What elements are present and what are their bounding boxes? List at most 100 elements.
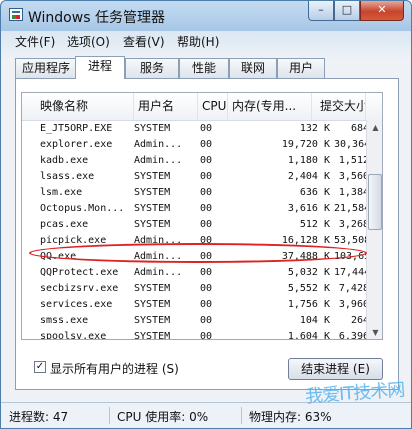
tab-services[interactable]: 服务 xyxy=(125,58,179,78)
cell-user-name: SYSTEM xyxy=(134,171,171,182)
scroll-down-arrow-icon[interactable]: ▼ xyxy=(367,325,382,339)
column-user-name[interactable]: 用户名 xyxy=(134,93,198,120)
task-manager-app-icon xyxy=(9,8,23,21)
window-title: Windows 任务管理器 xyxy=(28,10,165,26)
table-row[interactable]: pcas.exe SYSTEM 00 512 K 3,268 xyxy=(22,217,382,233)
status-process-count: 进程数: 47 xyxy=(9,410,69,424)
cell-user-name: SYSTEM xyxy=(134,331,171,340)
menu-options[interactable]: 选项(O) xyxy=(67,33,110,50)
cell-cpu: 00 xyxy=(200,283,213,294)
table-row[interactable]: Octopus.Mon... SYSTEM 00 3,616 K 21,584 xyxy=(22,201,382,217)
status-separator xyxy=(241,407,242,424)
cell-memory: 1,180 K xyxy=(287,155,330,166)
cell-memory: 104 K xyxy=(299,315,330,326)
task-manager-window: Windows 任务管理器 – □ ✕ 文件(F) 选项(O) 查看(V) 帮助… xyxy=(0,0,412,429)
cell-memory: 5,552 K xyxy=(287,283,330,294)
table-row[interactable]: kadb.exe Admin... 00 1,180 K 1,512 xyxy=(22,153,382,169)
cell-cpu: 00 xyxy=(200,123,213,134)
menu-bar: 文件(F) 选项(O) 查看(V) 帮助(H) xyxy=(1,30,411,51)
cell-cpu: 00 xyxy=(200,155,213,166)
cell-memory: 1,604 K xyxy=(287,331,330,340)
cell-user-name: Admin... xyxy=(134,155,183,166)
table-row[interactable]: secbizsrv.exe SYSTEM 00 5,552 K 7,428 xyxy=(22,281,382,297)
cell-commit-size: 1,512 xyxy=(338,155,369,166)
cell-commit-size: 264 xyxy=(350,315,369,326)
table-row[interactable]: spoolsv.exe SYSTEM 00 1,604 K 6,396 xyxy=(22,329,382,340)
status-cpu-usage: CPU 使用率: 0% xyxy=(117,410,209,424)
close-button[interactable]: ✕ xyxy=(360,1,404,21)
cell-user-name: SYSTEM xyxy=(134,187,171,198)
cell-commit-size: 7,428 xyxy=(338,283,369,294)
cell-user-name: SYSTEM xyxy=(134,283,171,294)
tab-strip: 应用程序 进程 服务 性能 联网 用户 xyxy=(1,56,411,79)
menu-help[interactable]: 帮助(H) xyxy=(177,33,219,50)
cell-cpu: 00 xyxy=(200,139,213,150)
cell-memory: 2,404 K xyxy=(287,171,330,182)
show-all-users-checkbox[interactable]: ✓ xyxy=(34,361,46,373)
status-physical-memory: 物理内存: 63% xyxy=(249,410,332,424)
table-row[interactable]: lsass.exe SYSTEM 00 2,404 K 3,560 xyxy=(22,169,382,185)
cell-cpu: 00 xyxy=(200,187,213,198)
cell-cpu: 00 xyxy=(200,331,213,340)
qq-row-highlight-circle xyxy=(29,243,367,263)
tab-users[interactable]: 用户 xyxy=(277,58,325,78)
cell-commit-size: 6,396 xyxy=(338,331,369,340)
status-separator xyxy=(109,407,110,424)
cell-user-name: SYSTEM xyxy=(134,123,171,134)
tab-performance[interactable]: 性能 xyxy=(179,58,229,78)
cell-user-name: Admin... xyxy=(134,267,183,278)
tab-applications[interactable]: 应用程序 xyxy=(15,58,77,78)
cell-memory: 132 K xyxy=(299,123,330,134)
cell-cpu: 00 xyxy=(200,299,213,310)
menu-view[interactable]: 查看(V) xyxy=(123,33,165,50)
end-process-button[interactable]: 结束进程 (E) xyxy=(288,358,383,380)
cell-memory: 3,616 K xyxy=(287,203,330,214)
table-row[interactable]: lsm.exe SYSTEM 00 636 K 1,384 xyxy=(22,185,382,201)
cell-cpu: 00 xyxy=(200,219,213,230)
scroll-thumb[interactable] xyxy=(368,174,382,230)
tab-networking[interactable]: 联网 xyxy=(229,58,277,78)
table-row[interactable]: services.exe SYSTEM 00 1,756 K 3,960 xyxy=(22,297,382,313)
cell-cpu: 00 xyxy=(200,203,213,214)
maximize-button[interactable]: □ xyxy=(334,1,360,21)
tab-processes[interactable]: 进程 xyxy=(75,56,125,79)
cell-cpu: 00 xyxy=(200,171,213,182)
table-row[interactable]: QQProtect.exe Admin... 00 5,032 K 17,444 xyxy=(22,265,382,281)
scroll-up-arrow-icon[interactable]: ▲ xyxy=(367,120,382,135)
cell-memory: 1,756 K xyxy=(287,299,330,310)
column-commit-size[interactable]: 提交大小 xyxy=(312,93,366,120)
cell-user-name: Admin... xyxy=(134,139,183,150)
process-list[interactable]: 映像名称 用户名 CPU 内存(专用... 提交大小 E_JT5ORP.EXE S… xyxy=(21,92,383,340)
table-row[interactable]: explorer.exe Admin... 00 19,720 K 30,364 xyxy=(22,137,382,153)
list-header: 映像名称 用户名 CPU 内存(专用... 提交大小 xyxy=(22,93,382,121)
column-cpu[interactable]: CPU xyxy=(198,93,228,120)
cell-memory: 512 K xyxy=(299,219,330,230)
cell-cpu: 00 xyxy=(200,315,213,326)
cell-memory: 5,032 K xyxy=(287,267,330,278)
cell-user-name: SYSTEM xyxy=(134,219,171,230)
show-all-users-label[interactable]: 显示所有用户的进程 (S) xyxy=(50,360,179,377)
table-row[interactable]: smss.exe SYSTEM 00 104 K 264 xyxy=(22,313,382,329)
status-bar: 进程数: 47 CPU 使用率: 0% 物理内存: 63% xyxy=(1,402,411,428)
menu-file[interactable]: 文件(F) xyxy=(15,33,55,50)
minimize-button[interactable]: – xyxy=(308,1,334,21)
column-image-name[interactable]: 映像名称 xyxy=(22,93,134,120)
cell-memory: 19,720 K xyxy=(281,139,330,150)
cell-commit-size: 684 xyxy=(350,123,369,134)
cell-memory: 636 K xyxy=(299,187,330,198)
cell-commit-size: 21,584 xyxy=(334,203,369,214)
cell-cpu: 00 xyxy=(200,267,213,278)
table-row[interactable]: E_JT5ORP.EXE SYSTEM 00 132 K 684 xyxy=(22,121,382,137)
cell-commit-size: 17,444 xyxy=(334,267,369,278)
cell-commit-size: 30,364 xyxy=(334,139,369,150)
title-bar: Windows 任务管理器 – □ ✕ xyxy=(1,1,411,29)
cell-commit-size: 3,960 xyxy=(338,299,369,310)
cell-commit-size: 1,384 xyxy=(338,187,369,198)
vertical-scrollbar[interactable]: ▲ ▼ xyxy=(366,120,382,339)
cell-user-name: SYSTEM xyxy=(134,203,171,214)
column-memory[interactable]: 内存(专用... xyxy=(228,93,312,120)
cell-user-name: SYSTEM xyxy=(134,315,171,326)
cell-commit-size: 3,560 xyxy=(338,171,369,182)
cell-user-name: SYSTEM xyxy=(134,299,171,310)
cell-commit-size: 3,268 xyxy=(338,219,369,230)
